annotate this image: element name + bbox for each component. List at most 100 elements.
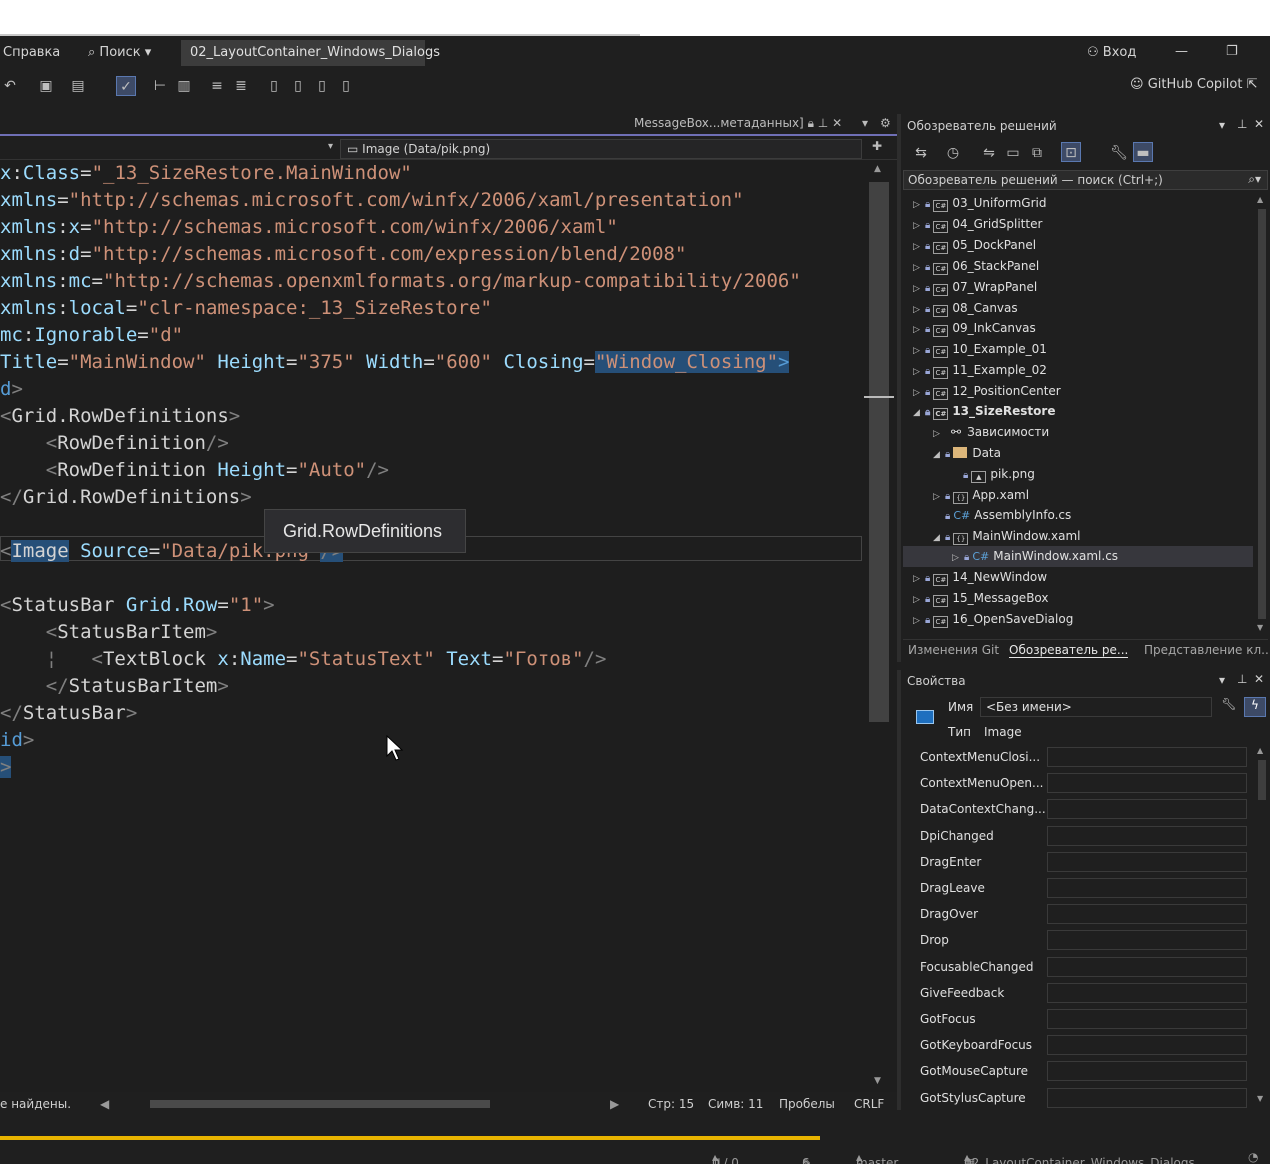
event-handler-input[interactable] — [1047, 747, 1247, 767]
split-icon[interactable]: ✚ — [872, 139, 882, 153]
minimize-icon[interactable]: — — [1175, 44, 1188, 59]
scroll-left-icon[interactable]: ◀ — [100, 1097, 109, 1111]
indent-icon[interactable]: ≡ — [207, 76, 227, 96]
outdent-icon[interactable]: ≣ — [231, 76, 251, 96]
tree-item-project[interactable]: ▷ 🔒︎ C# 11_Example_02 — [913, 360, 1047, 381]
tree-item-dependencies[interactable]: ▷ ⚯ Зависимости — [933, 422, 1049, 443]
panel-close-icon[interactable]: ✕ — [1254, 672, 1264, 686]
properties-icon[interactable]: 🔧︎ — [1109, 143, 1129, 163]
tab-dropdown-icon[interactable]: ▾ — [862, 116, 868, 130]
branch-selector[interactable]: ⑂ master ▴ — [856, 1150, 898, 1164]
line-ending[interactable]: CRLF — [854, 1097, 884, 1111]
panel-dropdown-icon[interactable]: ▾ — [1219, 118, 1225, 132]
tree-item-project[interactable]: ▷ 🔒︎ C# 05_DockPanel — [913, 235, 1036, 256]
menu-help[interactable]: Справка — [3, 45, 60, 60]
event-handler-input[interactable] — [1047, 878, 1247, 898]
tab-git-changes[interactable]: Изменения Git — [908, 643, 999, 657]
event-handler-input[interactable] — [1047, 1035, 1247, 1055]
repo-selector[interactable]: ▦ 02_LayoutContainer_Windows_Dialogs ▴ — [964, 1150, 1195, 1164]
solution-title[interactable]: 02_LayoutContainer_Windows_Dialogs — [181, 40, 440, 66]
tree-item-project[interactable]: ▷ 🔒︎ C# 16_OpenSaveDialog — [913, 609, 1073, 630]
tree-item-folder[interactable]: ◢ 🔒︎ Data — [933, 443, 1001, 464]
collapse-icon[interactable]: ⇋ — [979, 143, 999, 163]
event-handler-input[interactable] — [1047, 773, 1247, 793]
event-handler-input[interactable] — [1047, 930, 1247, 950]
preview-icon[interactable]: ▬ — [1133, 142, 1153, 162]
filter-icon[interactable]: ⊡ — [1061, 142, 1081, 162]
issues-status[interactable]: е найдены. — [0, 1097, 71, 1111]
spellcheck-icon[interactable]: ✓ — [116, 76, 136, 96]
tree-item-file[interactable]: ▷ 🔒︎{} App.xaml — [933, 485, 1029, 506]
editor-vertical-scrollbar[interactable]: ▲ ▼ — [864, 160, 897, 1092]
bookmark-list-icon[interactable]: ▥ — [174, 76, 194, 96]
event-handler-input[interactable] — [1047, 826, 1247, 846]
nav-element-dropdown[interactable]: ▭ Image (Data/pik.png) — [340, 139, 862, 159]
scroll-right-icon[interactable]: ▶ — [610, 1097, 619, 1111]
pin-icon[interactable]: ⊥ — [818, 116, 828, 130]
event-handler-input[interactable] — [1047, 1061, 1247, 1081]
tree-item-project[interactable]: ▷ 🔒︎ C# 04_GridSplitter — [913, 214, 1042, 235]
restore-icon[interactable]: ❐ — [1226, 44, 1238, 59]
scroll-thumb[interactable] — [869, 182, 889, 722]
save-all-icon[interactable]: ▤ — [68, 76, 88, 96]
prev-bookmark-icon[interactable]: ▯ — [288, 76, 308, 96]
panel-dropdown-icon[interactable]: ▾ — [1219, 673, 1225, 687]
next-bookmark-icon[interactable]: ▯ — [312, 76, 332, 96]
panel-close-icon[interactable]: ✕ — [1254, 117, 1264, 131]
tree-item-project[interactable]: ▷ 🔒︎ C# 12_PositionCenter — [913, 381, 1061, 402]
properties-view-icon[interactable]: 🔧︎ — [1218, 697, 1240, 717]
tree-item-project[interactable]: ▷ 🔒︎ C# 09_InkCanvas — [913, 318, 1036, 339]
whitespace-mode[interactable]: Пробелы — [779, 1097, 835, 1111]
tree-item-file[interactable]: ◢ 🔒︎{} MainWindow.xaml — [933, 526, 1080, 547]
open-folder-icon[interactable]: ▣ — [36, 76, 56, 96]
scroll-down-icon[interactable]: ▼ — [874, 1076, 881, 1086]
event-handler-input[interactable] — [1047, 852, 1247, 872]
name-input[interactable]: <Без имени> — [980, 697, 1212, 717]
explorer-scroll-thumb[interactable] — [1258, 209, 1266, 619]
column-number[interactable]: Симв: 11 — [708, 1097, 763, 1111]
menu-search[interactable]: ⌕ Поиск ▾ — [88, 45, 151, 60]
tree-item-project-active[interactable]: ◢ 🔒︎ C# 13_SizeRestore — [913, 401, 1055, 422]
step-icon[interactable]: ⊢ — [150, 76, 170, 96]
scroll-up-icon[interactable]: ▲ — [1257, 746, 1263, 755]
sync-icon[interactable]: ⇆ — [911, 143, 931, 163]
properties-scrollbar[interactable]: ▲ ▼ — [1257, 746, 1267, 1108]
tree-item-project[interactable]: ▷ 🔒︎ C# 08_Canvas — [913, 298, 1018, 319]
events-view-icon[interactable]: ϟ — [1244, 697, 1266, 717]
tab-class-view[interactable]: Представление кл... — [1144, 643, 1270, 657]
nav-left-dropdown-icon[interactable]: ▾ — [328, 141, 333, 152]
solution-search-input[interactable]: Обозреватель решений — поиск (Ctrl+;) ⌕▾ — [903, 170, 1268, 190]
history-icon[interactable]: ◷ — [943, 143, 963, 163]
clear-bookmarks-icon[interactable]: ▯ — [336, 76, 356, 96]
tree-item-project[interactable]: ▷ 🔒︎ C# 14_NewWindow — [913, 567, 1047, 588]
explorer-scrollbar[interactable]: ▲ ▼ — [1257, 195, 1267, 635]
editor-tab[interactable]: MessageBox...метаданных] 🔒︎ ⊥ ✕ — [628, 114, 858, 134]
copilot-button[interactable]: ☺ GitHub Copilot ⇱ — [1130, 77, 1258, 92]
notifications-icon[interactable]: ◔ — [1248, 1150, 1258, 1164]
line-number[interactable]: Стр: 15 — [648, 1097, 694, 1111]
scroll-up-icon[interactable]: ▲ — [1257, 195, 1263, 204]
show-all-files-icon[interactable]: ⧉ — [1027, 143, 1047, 163]
scroll-down-icon[interactable]: ▼ — [1257, 623, 1263, 632]
event-handler-input[interactable] — [1047, 1088, 1247, 1108]
tree-item-project[interactable]: ▷ 🔒︎ C# 03_UniformGrid — [913, 193, 1046, 214]
tree-item-project[interactable]: ▷ 🔒︎ C# 15_MessageBox — [913, 588, 1049, 609]
event-handler-input[interactable] — [1047, 904, 1247, 924]
tab-solution-explorer[interactable]: Обозреватель ре... — [1009, 643, 1129, 658]
event-handler-input[interactable] — [1047, 799, 1247, 819]
code-editor[interactable]: x:Class="_13_SizeRestore.MainWindow" xml… — [0, 160, 864, 1092]
event-handler-input[interactable] — [1047, 983, 1247, 1003]
panel-pin-icon[interactable]: ⊥ — [1237, 672, 1247, 686]
panel-pin-icon[interactable]: ⊥ — [1237, 117, 1247, 131]
scroll-down-icon[interactable]: ▼ — [1257, 1094, 1263, 1103]
tree-item-file[interactable]: 🔒︎ C# AssemblyInfo.cs — [945, 505, 1071, 526]
undo-icon[interactable]: ↶ — [0, 76, 20, 96]
bookmark-icon[interactable]: ▯ — [264, 76, 284, 96]
event-handler-input[interactable] — [1047, 957, 1247, 977]
scroll-up-icon[interactable]: ▲ — [874, 164, 881, 174]
tree-item-file[interactable]: 🔒︎ ▲ pik.png — [963, 464, 1035, 485]
tree-item-file-selected[interactable]: ▷ 🔒︎ C# MainWindow.xaml.cs — [952, 546, 1118, 567]
event-handler-input[interactable] — [1047, 1009, 1247, 1029]
signin-button[interactable]: ⚇ Вход — [1087, 45, 1136, 60]
tree-item-project[interactable]: ▷ 🔒︎ C# 10_Example_01 — [913, 339, 1047, 360]
